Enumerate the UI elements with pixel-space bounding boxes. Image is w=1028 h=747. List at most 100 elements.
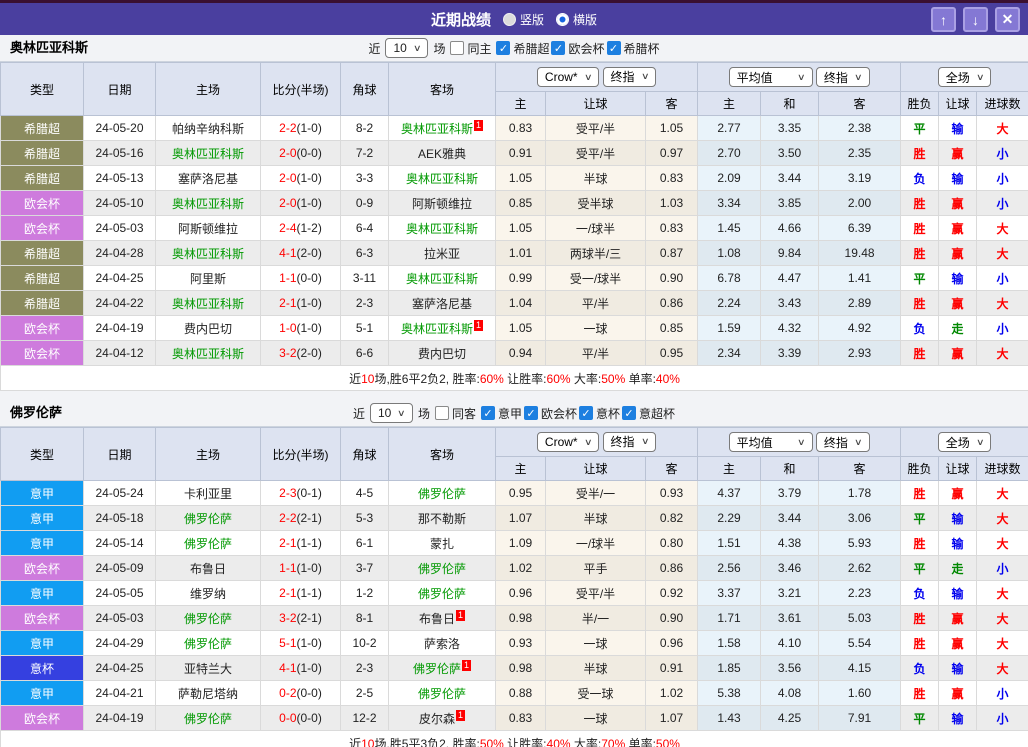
match-date: 24-05-24 xyxy=(84,481,156,506)
subcol-avg-home: 主 xyxy=(698,92,761,116)
handicap-odds: 0.87 xyxy=(646,241,698,266)
match-row: 意甲24-04-29佛罗伦萨5-1(1-0)10-2萨索洛0.93一球0.961… xyxy=(1,631,1028,656)
league-filter-checkbox[interactable]: ✓希腊杯 xyxy=(607,40,660,57)
chevron-down-icon: ∨ xyxy=(641,436,650,447)
match-score[interactable]: 2-4(1-2) xyxy=(261,216,341,241)
result-winloss: 平 xyxy=(901,706,939,731)
handicap-odds: 1.03 xyxy=(646,191,698,216)
odds-source-select[interactable]: Crow*∨ xyxy=(537,432,599,452)
match-score[interactable]: 1-1(0-0) xyxy=(261,266,341,291)
fulltime-select[interactable]: 全场∨ xyxy=(938,67,992,87)
view-option-label: 竖版 xyxy=(520,11,544,28)
away-team: 蒙扎 xyxy=(389,531,496,556)
handicap-odds: 1.04 xyxy=(496,291,546,316)
result-winloss: 负 xyxy=(901,581,939,606)
match-score[interactable]: 3-2(2-0) xyxy=(261,341,341,366)
match-count-select[interactable]: 10 ∨ xyxy=(385,38,428,58)
same-venue-checkbox[interactable]: ✓ 同客 xyxy=(435,405,476,422)
final-odds-select[interactable]: 终指∨ xyxy=(816,67,870,87)
match-score[interactable]: 2-0(1-0) xyxy=(261,191,341,216)
match-score[interactable]: 2-0(1-0) xyxy=(261,166,341,191)
move-down-button[interactable]: ↓ xyxy=(963,7,988,32)
close-button[interactable]: ✕ xyxy=(995,7,1020,32)
match-table-body: 意甲24-05-24卡利亚里2-3(0-1)4-5佛罗伦萨0.95受半/一0.9… xyxy=(1,481,1028,731)
final-odds-select[interactable]: 终指∨ xyxy=(603,67,657,87)
odds-source-select[interactable]: Crow*∨ xyxy=(537,67,599,87)
titlebar-center: 近期战绩 竖版 横版 xyxy=(0,9,1028,30)
average-odds-select[interactable]: 平均值∨ xyxy=(729,432,813,452)
match-row: 意甲24-05-18佛罗伦萨2-2(2-1)5-3那不勒斯1.07半球0.822… xyxy=(1,506,1028,531)
match-score[interactable]: 2-2(1-0) xyxy=(261,116,341,141)
match-date: 24-04-25 xyxy=(84,656,156,681)
league-filter-label: 希腊杯 xyxy=(624,40,660,57)
view-option-vertical[interactable]: 竖版 xyxy=(503,11,544,28)
average-odds: 5.93 xyxy=(819,531,901,556)
subcol-handicap: 让球 xyxy=(546,457,646,481)
league-filter-label: 意超杯 xyxy=(639,405,675,422)
same-venue-checkbox[interactable]: ✓ 同主 xyxy=(450,40,491,57)
move-up-button[interactable]: ↑ xyxy=(931,7,956,32)
team-name: 佛罗伦萨 xyxy=(10,402,62,421)
subcol-avg-away: 客 xyxy=(819,92,901,116)
match-score[interactable]: 0-0(0-0) xyxy=(261,706,341,731)
odds-group-crow: Crow*∨ 终指∨ xyxy=(496,63,698,92)
average-odds: 4.47 xyxy=(761,266,819,291)
league-filter-checkbox[interactable]: ✓欧会杯 xyxy=(551,40,604,57)
match-score[interactable]: 0-2(0-0) xyxy=(261,681,341,706)
result-winloss: 胜 xyxy=(901,191,939,216)
average-odds: 3.39 xyxy=(761,341,819,366)
final-odds-select[interactable]: 终指∨ xyxy=(816,432,870,452)
match-score[interactable]: 4-1(2-0) xyxy=(261,241,341,266)
match-score[interactable]: 3-2(2-1) xyxy=(261,606,341,631)
result-winloss: 胜 xyxy=(901,341,939,366)
match-score[interactable]: 4-1(1-0) xyxy=(261,656,341,681)
summary-highlight: 10 xyxy=(361,737,374,747)
fulltime-score: 2-1 xyxy=(279,536,296,550)
fulltime-select[interactable]: 全场∨ xyxy=(938,432,992,452)
corner-score: 3-7 xyxy=(341,556,389,581)
average-odds-select[interactable]: 平均值∨ xyxy=(729,67,813,87)
away-team: 布鲁日1 xyxy=(389,606,496,631)
halftime-score: (0-0) xyxy=(297,686,322,700)
result-handicap: 输 xyxy=(939,506,977,531)
result-handicap: 赢 xyxy=(939,681,977,706)
red-card-badge: 1 xyxy=(456,610,465,621)
match-row: 希腊超24-04-28奥林匹亚科斯4-1(2-0)6-3拉米亚1.01两球半/三… xyxy=(1,241,1028,266)
summary-text-part: 大率: xyxy=(571,737,602,747)
match-count-select[interactable]: 10 ∨ xyxy=(370,403,413,423)
match-score[interactable]: 1-1(1-0) xyxy=(261,556,341,581)
results-table: 类型 日期 主场 比分(半场) 角球 客场 Crow*∨ 终指∨ 平均值∨ 终指… xyxy=(0,427,1028,747)
team-name-text: 塞萨洛尼基 xyxy=(412,297,472,311)
match-score[interactable]: 2-1(1-1) xyxy=(261,581,341,606)
league-filter-checkbox[interactable]: ✓意超杯 xyxy=(622,405,675,422)
result-winloss: 负 xyxy=(901,316,939,341)
match-score[interactable]: 2-1(1-1) xyxy=(261,531,341,556)
team-section-fiorentina: 佛罗伦萨 近 10 ∨ 场 ✓ 同客 ✓意甲✓欧会杯✓意杯✓意超杯 xyxy=(0,391,1028,747)
league-filter-checkbox[interactable]: ✓意甲 xyxy=(481,405,522,422)
league-filter-checkbox[interactable]: ✓欧会杯 xyxy=(524,405,577,422)
final-odds-select[interactable]: 终指∨ xyxy=(603,432,657,452)
average-odds: 1.45 xyxy=(698,216,761,241)
match-score[interactable]: 1-0(1-0) xyxy=(261,316,341,341)
result-goals: 小 xyxy=(977,316,1028,341)
team-name-text: 奥林匹亚科斯 xyxy=(172,247,244,261)
average-odds: 6.78 xyxy=(698,266,761,291)
match-score[interactable]: 5-1(1-0) xyxy=(261,631,341,656)
home-team: 阿斯顿维拉 xyxy=(156,216,261,241)
team-name-text: 皮尔森 xyxy=(419,712,455,726)
summary-highlight: 40% xyxy=(656,372,680,386)
league-filter-checkbox[interactable]: ✓希腊超 xyxy=(496,40,549,57)
handicap-odds: 受一/球半 xyxy=(546,266,646,291)
col-away: 客场 xyxy=(389,428,496,481)
match-row: 希腊超24-05-20帕纳辛纳科斯2-2(1-0)8-2奥林匹亚科斯10.83受… xyxy=(1,116,1028,141)
match-score[interactable]: 2-0(0-0) xyxy=(261,141,341,166)
handicap-odds: 半/一 xyxy=(546,606,646,631)
corner-score: 5-1 xyxy=(341,316,389,341)
match-score[interactable]: 2-1(1-0) xyxy=(261,291,341,316)
match-score[interactable]: 2-3(0-1) xyxy=(261,481,341,506)
handicap-odds: 0.97 xyxy=(646,141,698,166)
view-option-horizontal[interactable]: 横版 xyxy=(556,11,597,28)
average-odds: 2.29 xyxy=(698,506,761,531)
league-filter-checkbox[interactable]: ✓意杯 xyxy=(579,405,620,422)
match-score[interactable]: 2-2(2-1) xyxy=(261,506,341,531)
